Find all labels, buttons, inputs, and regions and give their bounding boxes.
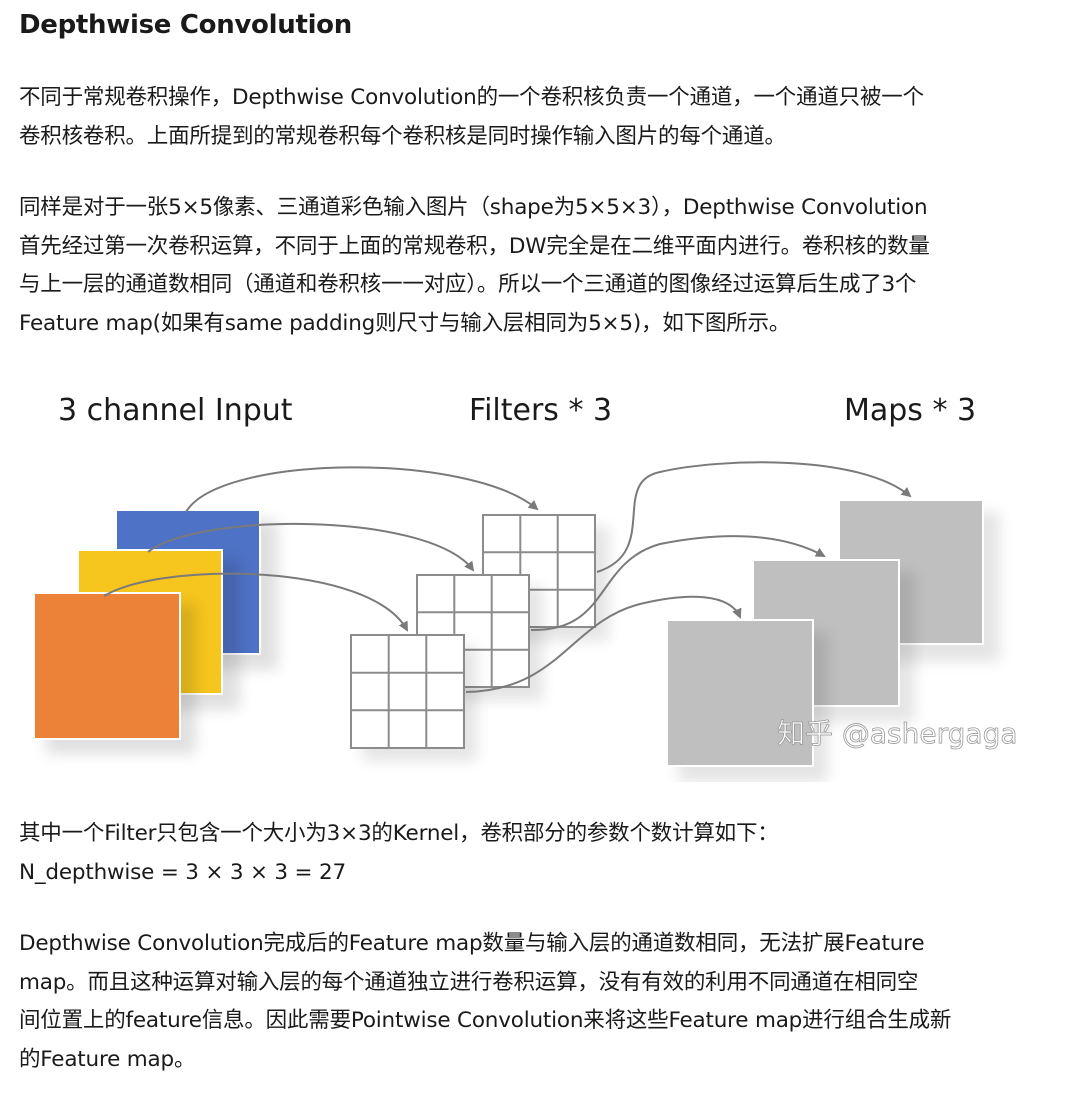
paragraph-line: 首先经过第一次卷积运算，不同于上面的常规卷积，DW完全是在二维平面内进行。卷积核…	[19, 233, 930, 259]
paragraph-line: Depthwise Convolution完成后的Feature map数量与输…	[19, 931, 925, 956]
diagram-canvas: 3 channel Input Filters * 3 Maps * 3 知乎 …	[33, 393, 1018, 782]
paragraph-line: 卷积核卷积。上面所提到的常规卷积每个卷积核是同时操作输入图片的每个通道。	[19, 123, 786, 149]
section-heading: Depthwise Convolution	[19, 10, 352, 40]
watermark-logo: 知乎 @ashergaga	[777, 717, 1018, 750]
paragraph-line: 同样是对于一张5×5像素、三通道彩色输入图片（shape为5×5×3），Dept…	[19, 195, 928, 220]
paragraph-line: 的Feature map。	[19, 1046, 196, 1072]
intro-paragraph: 不同于常规卷积操作，Depthwise Convolution的一个卷积核负责一…	[19, 79, 1059, 156]
paragraph-line: 间位置上的feature信息。因此需要Pointwise Convolution…	[19, 1008, 952, 1033]
input-label: 3 channel Input	[58, 393, 293, 428]
conclusion-paragraph: Depthwise Convolution完成后的Feature map数量与输…	[19, 925, 1059, 1079]
param-paragraph: 其中一个Filter只包含一个大小为3×3的Kernel，卷积部分的参数个数计算…	[19, 815, 1059, 892]
formula-line: N_depthwise = 3 × 3 × 3 = 27	[19, 859, 346, 885]
article-page: Depthwise Convolution 不同于常规卷积操作，Depthwis…	[0, 0, 1071, 1095]
maps-label: Maps * 3	[844, 393, 976, 428]
paragraph-line: 与上一层的通道数相同（通道和卷积核一一对应）。所以一个三通道的图像经过运算后生成…	[19, 272, 917, 297]
filters-label: Filters * 3	[469, 393, 612, 428]
paragraph-line: 其中一个Filter只包含一个大小为3×3的Kernel，卷积部分的参数个数计算…	[19, 821, 779, 846]
example-paragraph: 同样是对于一张5×5像素、三通道彩色输入图片（shape为5×5×3），Dept…	[19, 189, 1059, 343]
paragraph-line: 不同于常规卷积操作，Depthwise Convolution的一个卷积核负责一…	[19, 85, 924, 110]
depthwise-diagram: 3 channel Input Filters * 3 Maps * 3 知乎 …	[0, 372, 1071, 782]
paragraph-line: map。而且这种运算对输入层的每个通道独立进行卷积运算，没有有效的利用不同通道在…	[19, 969, 919, 995]
filter-grid	[350, 634, 477, 761]
paragraph-line: Feature map(如果有same padding则尺寸与输入层相同为5×5…	[19, 310, 791, 336]
arrow	[185, 466, 539, 513]
filters	[350, 514, 609, 761]
channel-orange	[33, 592, 181, 740]
